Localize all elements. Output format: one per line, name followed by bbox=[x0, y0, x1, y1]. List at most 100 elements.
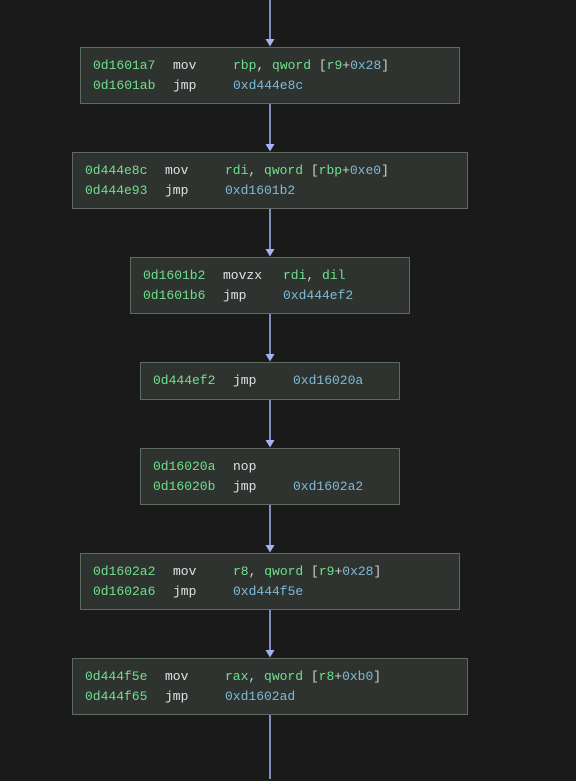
address: 0d444f65 bbox=[85, 687, 165, 707]
address: 0d1601b2 bbox=[143, 266, 223, 286]
operand-token: rdi bbox=[225, 163, 248, 178]
operands: 0xd1602ad bbox=[225, 687, 295, 707]
operand-token: + bbox=[342, 58, 350, 73]
instruction-row[interactable]: 0d1601b6jmp0xd444ef2 bbox=[143, 286, 397, 306]
mnemonic: mov bbox=[173, 56, 233, 76]
instruction-row[interactable]: 0d16020bjmp0xd1602a2 bbox=[153, 477, 387, 497]
mnemonic: mov bbox=[173, 562, 233, 582]
operands: 0xd16020a bbox=[293, 371, 363, 391]
operands: 0xd444e8c bbox=[233, 76, 303, 96]
address: 0d1601b6 bbox=[143, 286, 223, 306]
operand-token: 0xb0 bbox=[342, 669, 373, 684]
operand-token: rax bbox=[225, 669, 248, 684]
mnemonic: jmp bbox=[173, 76, 233, 96]
cfg-canvas: 0d1601a7movrbp, qword [r9+0x28]0d1601abj… bbox=[0, 0, 576, 781]
operand-token: 0x28 bbox=[342, 564, 373, 579]
mnemonic: nop bbox=[233, 457, 293, 477]
operands: 0xd1601b2 bbox=[225, 181, 295, 201]
operands: r8, qword [r9+0x28] bbox=[233, 562, 381, 582]
operand-token: 0xd444f5e bbox=[233, 584, 303, 599]
address: 0d16020a bbox=[153, 457, 233, 477]
instruction-row[interactable]: 0d1601b2movzxrdi, dil bbox=[143, 266, 397, 286]
instruction-row[interactable]: 0d444e93jmp0xd1601b2 bbox=[85, 181, 455, 201]
address: 0d1602a6 bbox=[93, 582, 173, 602]
operand-token: ] bbox=[373, 564, 381, 579]
operand-token: 0xe0 bbox=[350, 163, 381, 178]
operand-token: , bbox=[248, 669, 264, 684]
instruction-row[interactable]: 0d1602a6jmp0xd444f5e bbox=[93, 582, 447, 602]
address: 0d444f5e bbox=[85, 667, 165, 687]
operand-token: ] bbox=[381, 163, 389, 178]
mnemonic: jmp bbox=[165, 181, 225, 201]
mnemonic: movzx bbox=[223, 266, 283, 286]
operands: rbp, qword [r9+0x28] bbox=[233, 56, 389, 76]
operands: 0xd1602a2 bbox=[293, 477, 363, 497]
mnemonic: mov bbox=[165, 161, 225, 181]
instruction-row[interactable]: 0d444ef2jmp0xd16020a bbox=[153, 371, 387, 391]
operands: 0xd444f5e bbox=[233, 582, 303, 602]
operands: rdi, dil bbox=[283, 266, 345, 286]
operand-token: 0x28 bbox=[350, 58, 381, 73]
address: 0d16020b bbox=[153, 477, 233, 497]
cfg-block[interactable]: 0d1602a2movr8, qword [r9+0x28]0d1602a6jm… bbox=[80, 553, 460, 610]
cfg-block[interactable]: 0d444f5emovrax, qword [r8+0xb0]0d444f65j… bbox=[72, 658, 468, 715]
instruction-row[interactable]: 0d444f65jmp0xd1602ad bbox=[85, 687, 455, 707]
operands: rax, qword [r8+0xb0] bbox=[225, 667, 381, 687]
instruction-row[interactable]: 0d1601a7movrbp, qword [r9+0x28] bbox=[93, 56, 447, 76]
operand-token: rbp bbox=[233, 58, 256, 73]
cfg-block[interactable]: 0d1601b2movzxrdi, dil0d1601b6jmp0xd444ef… bbox=[130, 257, 410, 314]
operand-token: qword bbox=[264, 564, 303, 579]
cfg-block[interactable]: 0d16020anop0d16020bjmp0xd1602a2 bbox=[140, 448, 400, 505]
operand-token: r9 bbox=[319, 564, 335, 579]
operand-token: [ bbox=[303, 669, 319, 684]
mnemonic: jmp bbox=[233, 477, 293, 497]
operand-token: [ bbox=[303, 564, 319, 579]
operand-token: 0xd444ef2 bbox=[283, 288, 353, 303]
mnemonic: jmp bbox=[173, 582, 233, 602]
mnemonic: jmp bbox=[165, 687, 225, 707]
operand-token: , bbox=[249, 564, 265, 579]
operand-token: qword bbox=[272, 58, 311, 73]
instruction-row[interactable]: 0d16020anop bbox=[153, 457, 387, 477]
operand-token: , bbox=[306, 268, 322, 283]
address: 0d1601ab bbox=[93, 76, 173, 96]
operand-token: + bbox=[342, 163, 350, 178]
operand-token: dil bbox=[322, 268, 345, 283]
operand-token: r8 bbox=[319, 669, 335, 684]
operand-token: rdi bbox=[283, 268, 306, 283]
address: 0d444ef2 bbox=[153, 371, 233, 391]
cfg-block[interactable]: 0d1601a7movrbp, qword [r9+0x28]0d1601abj… bbox=[80, 47, 460, 104]
operand-token: qword bbox=[264, 163, 303, 178]
mnemonic: jmp bbox=[223, 286, 283, 306]
operand-token: ] bbox=[373, 669, 381, 684]
operand-token: r9 bbox=[327, 58, 343, 73]
address: 0d1601a7 bbox=[93, 56, 173, 76]
operand-token: 0xd1602ad bbox=[225, 689, 295, 704]
address: 0d1602a2 bbox=[93, 562, 173, 582]
cfg-block[interactable]: 0d444e8cmovrdi, qword [rbp+0xe0]0d444e93… bbox=[72, 152, 468, 209]
operand-token: 0xd1601b2 bbox=[225, 183, 295, 198]
operand-token: ] bbox=[381, 58, 389, 73]
operand-token: 0xd444e8c bbox=[233, 78, 303, 93]
address: 0d444e93 bbox=[85, 181, 165, 201]
operand-token: [ bbox=[303, 163, 319, 178]
address: 0d444e8c bbox=[85, 161, 165, 181]
operand-token: , bbox=[256, 58, 272, 73]
operand-token: qword bbox=[264, 669, 303, 684]
operand-token: r8 bbox=[233, 564, 249, 579]
operands: rdi, qword [rbp+0xe0] bbox=[225, 161, 389, 181]
instruction-row[interactable]: 0d1601abjmp0xd444e8c bbox=[93, 76, 447, 96]
operand-token: 0xd1602a2 bbox=[293, 479, 363, 494]
operands: 0xd444ef2 bbox=[283, 286, 353, 306]
operand-token: [ bbox=[311, 58, 327, 73]
cfg-block[interactable]: 0d444ef2jmp0xd16020a bbox=[140, 362, 400, 400]
operand-token: 0xd16020a bbox=[293, 373, 363, 388]
operand-token: + bbox=[334, 669, 342, 684]
instruction-row[interactable]: 0d1602a2movr8, qword [r9+0x28] bbox=[93, 562, 447, 582]
instruction-row[interactable]: 0d444f5emovrax, qword [r8+0xb0] bbox=[85, 667, 455, 687]
mnemonic: jmp bbox=[233, 371, 293, 391]
operand-token: , bbox=[248, 163, 264, 178]
operand-token: rbp bbox=[319, 163, 342, 178]
mnemonic: mov bbox=[165, 667, 225, 687]
instruction-row[interactable]: 0d444e8cmovrdi, qword [rbp+0xe0] bbox=[85, 161, 455, 181]
